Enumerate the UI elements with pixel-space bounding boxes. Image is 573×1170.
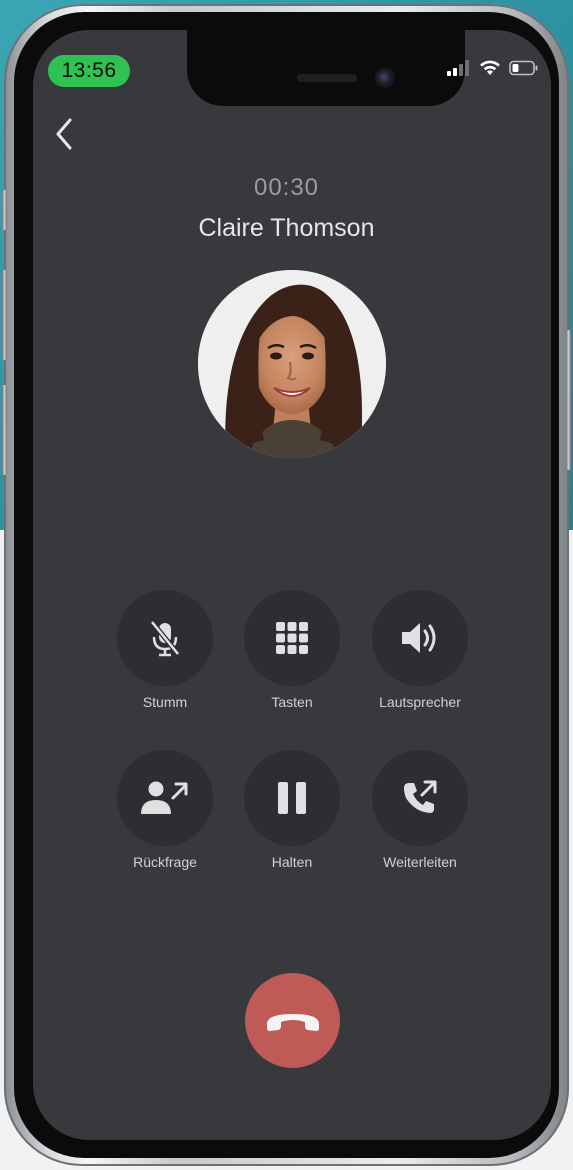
signal-icon [447,60,469,76]
consult-label: Rückfrage [133,854,197,870]
speaker-button[interactable] [372,590,468,686]
speaker-label: Lautsprecher [379,694,461,710]
volume-up-button [2,270,7,360]
keypad-action[interactable]: Tasten [227,590,357,720]
speaker-icon [402,623,436,653]
status-time: 13:56 [48,55,130,87]
power-button [566,330,571,470]
consult-button[interactable] [117,750,213,846]
forward-label: Weiterleiten [383,854,457,870]
notch [187,30,465,106]
speaker-action[interactable]: Lautsprecher [355,590,485,720]
caller-avatar [198,270,386,458]
forward-action[interactable]: Weiterleiten [355,750,485,880]
hangup-button[interactable] [245,973,340,1068]
forward-call-icon [404,780,437,813]
mic-off-icon [150,620,180,657]
mute-label: Stumm [142,694,188,710]
hangup-phone-icon [266,1013,319,1031]
battery-icon [509,60,538,76]
pause-icon [278,782,306,814]
caller-name: Claire Thomson [198,214,375,242]
keypad-label: Tasten [271,694,313,710]
earpiece-speaker [297,74,357,82]
mute-action[interactable]: Stumm [100,590,230,720]
keypad-button[interactable] [244,590,340,686]
keypad-icon [276,622,308,654]
mute-button[interactable] [117,590,213,686]
hold-button[interactable] [244,750,340,846]
wifi-icon [480,60,500,75]
call-timer: 00:30 [253,174,320,201]
back-chevron-icon[interactable] [50,116,80,152]
caller-photo [198,270,386,458]
hold-label: Halten [271,854,313,870]
forward-button[interactable] [372,750,468,846]
consult-action[interactable]: Rückfrage [100,750,230,880]
front-camera [375,68,395,88]
volume-down-button [2,385,7,475]
consult-person-icon [141,781,188,814]
status-icons [447,60,539,76]
hold-action[interactable]: Halten [227,750,357,880]
